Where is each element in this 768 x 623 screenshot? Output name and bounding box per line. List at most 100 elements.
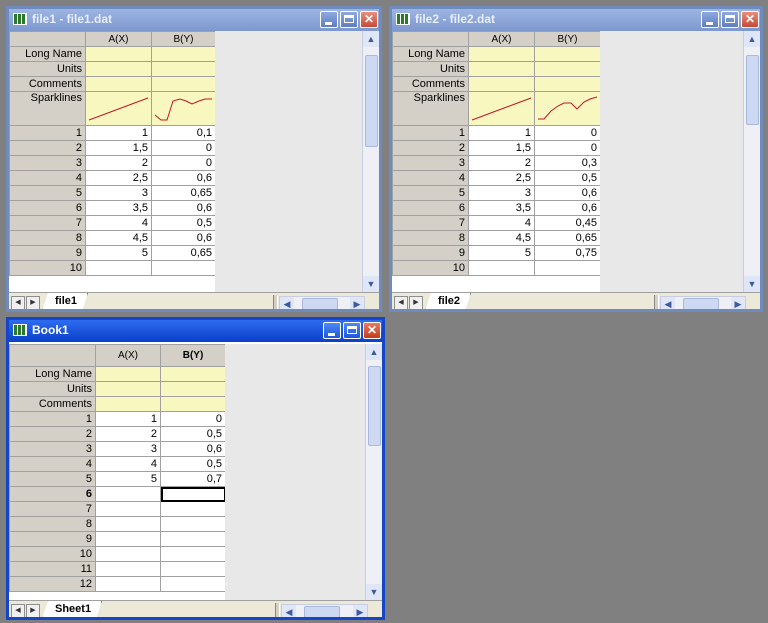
sparkline-cell-a[interactable]	[85, 91, 152, 126]
row-number[interactable]: 4	[9, 170, 86, 186]
row-number[interactable]: 10	[392, 260, 469, 276]
grid-corner[interactable]	[9, 344, 96, 367]
row-number[interactable]: 11	[9, 561, 96, 577]
row-number[interactable]: 8	[9, 230, 86, 246]
cell-col-a[interactable]: 3	[95, 441, 161, 457]
cell-col-a[interactable]: 4	[85, 215, 152, 231]
next-sheet-button[interactable]: ▶	[409, 296, 423, 309]
cell-col-b[interactable]: 0	[534, 125, 601, 141]
row-label-units[interactable]: Units	[392, 61, 469, 77]
row-number[interactable]: 1	[392, 125, 469, 141]
horizontal-scrollbar[interactable]: ◀ ▶	[279, 296, 365, 309]
cell-col-b[interactable]: 0	[151, 155, 216, 171]
cell-col-b[interactable]: 0	[160, 411, 226, 427]
cell-col-a[interactable]: 4,5	[468, 230, 535, 246]
sparkline-cell-b[interactable]	[534, 91, 601, 126]
cell-col-a[interactable]: 2	[85, 155, 152, 171]
row-number[interactable]: 3	[9, 441, 96, 457]
cell-col-a[interactable]: 5	[85, 245, 152, 261]
row-label-comments[interactable]: Comments	[392, 76, 469, 92]
active-cell[interactable]	[160, 486, 226, 502]
close-button[interactable]: ✕	[363, 322, 381, 339]
scroll-down-icon[interactable]: ▼	[744, 276, 760, 292]
horizontal-scrollbar-thumb[interactable]	[304, 606, 340, 617]
maximize-button[interactable]	[340, 11, 358, 28]
meta-cell[interactable]	[151, 76, 216, 92]
meta-cell[interactable]	[468, 61, 535, 77]
window-book1[interactable]: Book1 ✕ A(X) B(Y) Long Name Units Commen…	[6, 317, 385, 620]
cell-col-a[interactable]: 5	[95, 471, 161, 487]
worksheet-grid[interactable]: A(X) B(Y) Long Name Units Comments 11022…	[9, 344, 226, 592]
scroll-right-icon[interactable]: ▶	[353, 605, 367, 617]
row-number[interactable]: 4	[9, 456, 96, 472]
row-number[interactable]: 9	[392, 245, 469, 261]
cell-col-a[interactable]: 4	[95, 456, 161, 472]
row-number[interactable]: 12	[9, 576, 96, 592]
row-number[interactable]: 2	[9, 426, 96, 442]
cell-col-b[interactable]	[160, 516, 226, 532]
cell-col-b[interactable]: 0,5	[160, 426, 226, 442]
cell-col-b[interactable]: 0,6	[151, 230, 216, 246]
meta-cell[interactable]	[534, 76, 601, 92]
cell-col-a[interactable]	[95, 561, 161, 577]
row-number[interactable]: 2	[392, 140, 469, 156]
close-button[interactable]: ✕	[360, 11, 378, 28]
cell-col-b[interactable]	[160, 531, 226, 547]
row-number[interactable]: 6	[392, 200, 469, 216]
cell-col-a[interactable]: 2	[468, 155, 535, 171]
cell-col-a[interactable]	[95, 486, 161, 502]
cell-col-b[interactable]: 0,5	[534, 170, 601, 186]
meta-cell[interactable]	[151, 46, 216, 62]
row-label-long-name[interactable]: Long Name	[9, 46, 86, 62]
horizontal-scrollbar[interactable]: ◀ ▶	[660, 296, 746, 309]
row-number[interactable]: 5	[9, 185, 86, 201]
cell-col-a[interactable]: 2	[95, 426, 161, 442]
cell-col-a[interactable]: 5	[468, 245, 535, 261]
row-number[interactable]: 6	[9, 200, 86, 216]
cell-col-a[interactable]: 4	[468, 215, 535, 231]
column-header-a[interactable]: A(X)	[85, 31, 152, 47]
row-label-sparklines[interactable]: Sparklines	[9, 91, 86, 126]
meta-cell[interactable]	[534, 46, 601, 62]
cell-col-a[interactable]	[95, 531, 161, 547]
row-number[interactable]: 8	[9, 516, 96, 532]
meta-cell[interactable]	[85, 76, 152, 92]
meta-cell[interactable]	[160, 396, 226, 412]
row-number[interactable]: 5	[9, 471, 96, 487]
scroll-up-icon[interactable]: ▲	[363, 31, 379, 47]
row-label-comments[interactable]: Comments	[9, 76, 86, 92]
cell-col-a[interactable]: 1	[468, 125, 535, 141]
cell-col-a[interactable]	[95, 501, 161, 517]
prev-sheet-button[interactable]: ◀	[11, 296, 25, 309]
cell-col-b[interactable]	[151, 260, 216, 276]
next-sheet-button[interactable]: ▶	[26, 296, 40, 309]
title-bar[interactable]: Book1 ✕	[9, 320, 382, 342]
cell-col-a[interactable]: 3	[468, 185, 535, 201]
meta-cell[interactable]	[160, 381, 226, 397]
cell-col-a[interactable]: 1	[85, 125, 152, 141]
row-number[interactable]: 2	[9, 140, 86, 156]
row-number[interactable]: 4	[392, 170, 469, 186]
title-bar[interactable]: file2 - file2.dat ✕	[392, 9, 760, 31]
meta-cell[interactable]	[534, 61, 601, 77]
window-file1[interactable]: file1 - file1.dat ✕ A(X) B(Y) Long Name …	[6, 6, 382, 312]
cell-col-b[interactable]	[160, 561, 226, 577]
meta-cell[interactable]	[95, 381, 161, 397]
meta-cell[interactable]	[85, 46, 152, 62]
row-label-long-name[interactable]: Long Name	[9, 366, 96, 382]
meta-cell[interactable]	[95, 396, 161, 412]
row-number[interactable]: 9	[9, 531, 96, 547]
meta-cell[interactable]	[160, 366, 226, 382]
column-header-b[interactable]: B(Y)	[534, 31, 601, 47]
meta-cell[interactable]	[468, 76, 535, 92]
row-number[interactable]: 5	[392, 185, 469, 201]
meta-cell[interactable]	[151, 61, 216, 77]
worksheet-grid[interactable]: A(X) B(Y) Long Name Units Comments Spark…	[392, 31, 601, 276]
sheet-tab-file1[interactable]: file1	[42, 293, 88, 311]
grid-corner[interactable]	[9, 31, 86, 47]
row-number[interactable]: 6	[9, 486, 96, 502]
window-file2[interactable]: file2 - file2.dat ✕ A(X) B(Y) Long Name …	[389, 6, 763, 312]
row-number[interactable]: 1	[9, 411, 96, 427]
scrollbar-thumb[interactable]	[368, 366, 381, 446]
sparkline-cell-b[interactable]	[151, 91, 216, 126]
